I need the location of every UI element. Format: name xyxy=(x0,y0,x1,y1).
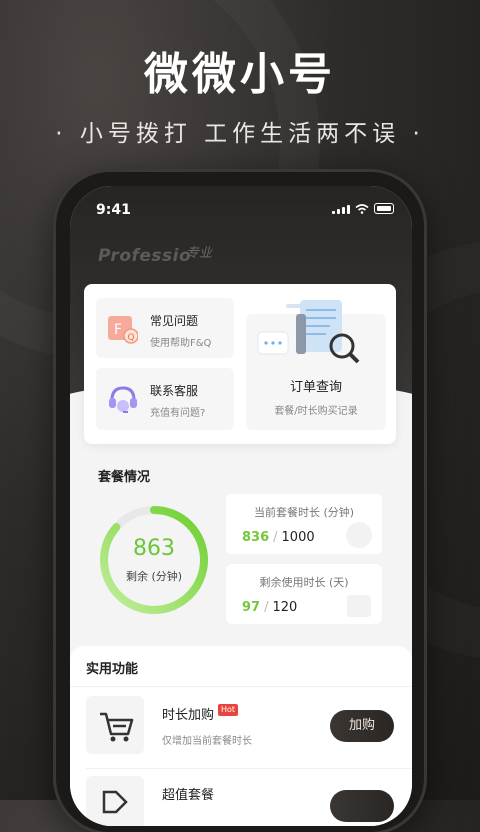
faq-title: 常见问题 xyxy=(150,314,199,328)
status-icons xyxy=(332,203,394,214)
support-title: 联系客服 xyxy=(150,384,199,398)
divider xyxy=(70,686,412,687)
faq-icon: F Q xyxy=(108,316,138,344)
plan-section-title: 套餐情况 xyxy=(98,470,151,485)
svg-text:Q: Q xyxy=(128,333,135,343)
wifi-icon xyxy=(355,203,369,214)
promo-headline: 微微小号 xyxy=(144,49,336,100)
utilities-panel: 实用功能 时长加购 Hot 仅增加当前套餐时长 加购 超值套餐 xyxy=(70,646,412,826)
util-item-desc: 仅增加当前套餐时长 xyxy=(162,736,252,747)
remaining-value: 863 xyxy=(133,536,175,561)
document-search-icon xyxy=(257,300,360,364)
status-time: 9:41 xyxy=(96,202,131,218)
days-used: 97 xyxy=(242,600,261,615)
value-plan-title: 超值套餐 xyxy=(162,788,215,803)
calendar-icon xyxy=(347,595,371,617)
support-desc: 充值有问题? xyxy=(150,408,206,419)
order-query-title: 订单查询 xyxy=(289,380,342,395)
support-button[interactable]: 联系客服 充值有问题? xyxy=(96,368,234,430)
signal-icon xyxy=(332,204,350,214)
current-total: 1000 xyxy=(281,530,315,545)
battery-icon xyxy=(374,203,394,214)
value-plan-button[interactable] xyxy=(330,790,394,822)
svg-text:F: F xyxy=(114,322,122,338)
current-duration-value: 836/1000 xyxy=(242,530,315,545)
util-item-title: 时长加购 Hot xyxy=(162,704,239,723)
current-duration-label: 当前套餐时长 (分钟) xyxy=(253,506,355,519)
promo-subline: · 小号拨打 工作生活两不误 · xyxy=(55,121,425,147)
days-total: 120 xyxy=(272,600,298,615)
time-addon-title: 时长加购 xyxy=(162,708,215,723)
current-duration-card: 当前套餐时长 (分钟) 836/1000 xyxy=(226,494,382,554)
days-sep: / xyxy=(264,600,269,615)
util-item-value-plan: 超值套餐 xyxy=(70,776,412,826)
buy-button[interactable]: 加购 xyxy=(330,710,394,742)
order-query-desc: 套餐/时长购买记录 xyxy=(274,406,358,417)
current-sep: / xyxy=(273,530,278,545)
quick-card: F Q 常见问题 使用帮助F&Q 联系客服 充值有问题? 订单查询 套餐/时长购… xyxy=(84,284,396,444)
remaining-days-card: 剩余使用时长 (天) 97/120 xyxy=(226,564,382,624)
cart-icon xyxy=(100,712,134,742)
app-screen: 9:41 Professio 专业 F Q 常见问题 使用帮助F&Q 联系客服 … xyxy=(70,186,412,826)
cart-icon-box xyxy=(86,696,144,754)
current-used: 836 xyxy=(242,530,270,545)
utilities-section-title: 实用功能 xyxy=(86,662,139,677)
tag-icon-box xyxy=(86,776,144,826)
hot-badge: Hot xyxy=(218,704,239,716)
util-item-time-addon: 时长加购 Hot 仅增加当前套餐时长 加购 xyxy=(70,696,412,760)
headset-icon xyxy=(109,386,137,413)
brand-cn: 专业 xyxy=(186,246,213,261)
faq-button[interactable]: F Q 常见问题 使用帮助F&Q xyxy=(96,298,234,358)
divider xyxy=(86,768,412,769)
remaining-days-label: 剩余使用时长 (天) xyxy=(259,576,349,589)
brand-text: Professio xyxy=(98,246,192,266)
remaining-label: 剩余 (分钟) xyxy=(125,570,183,583)
order-query-button[interactable]: 订单查询 套餐/时长购买记录 xyxy=(246,300,386,430)
faq-desc: 使用帮助F&Q xyxy=(150,338,212,349)
remaining-ring: 863 剩余 (分钟) xyxy=(96,502,212,618)
phone-icon xyxy=(346,522,372,548)
tag-icon xyxy=(102,790,128,814)
remaining-days-value: 97/120 xyxy=(242,600,297,615)
